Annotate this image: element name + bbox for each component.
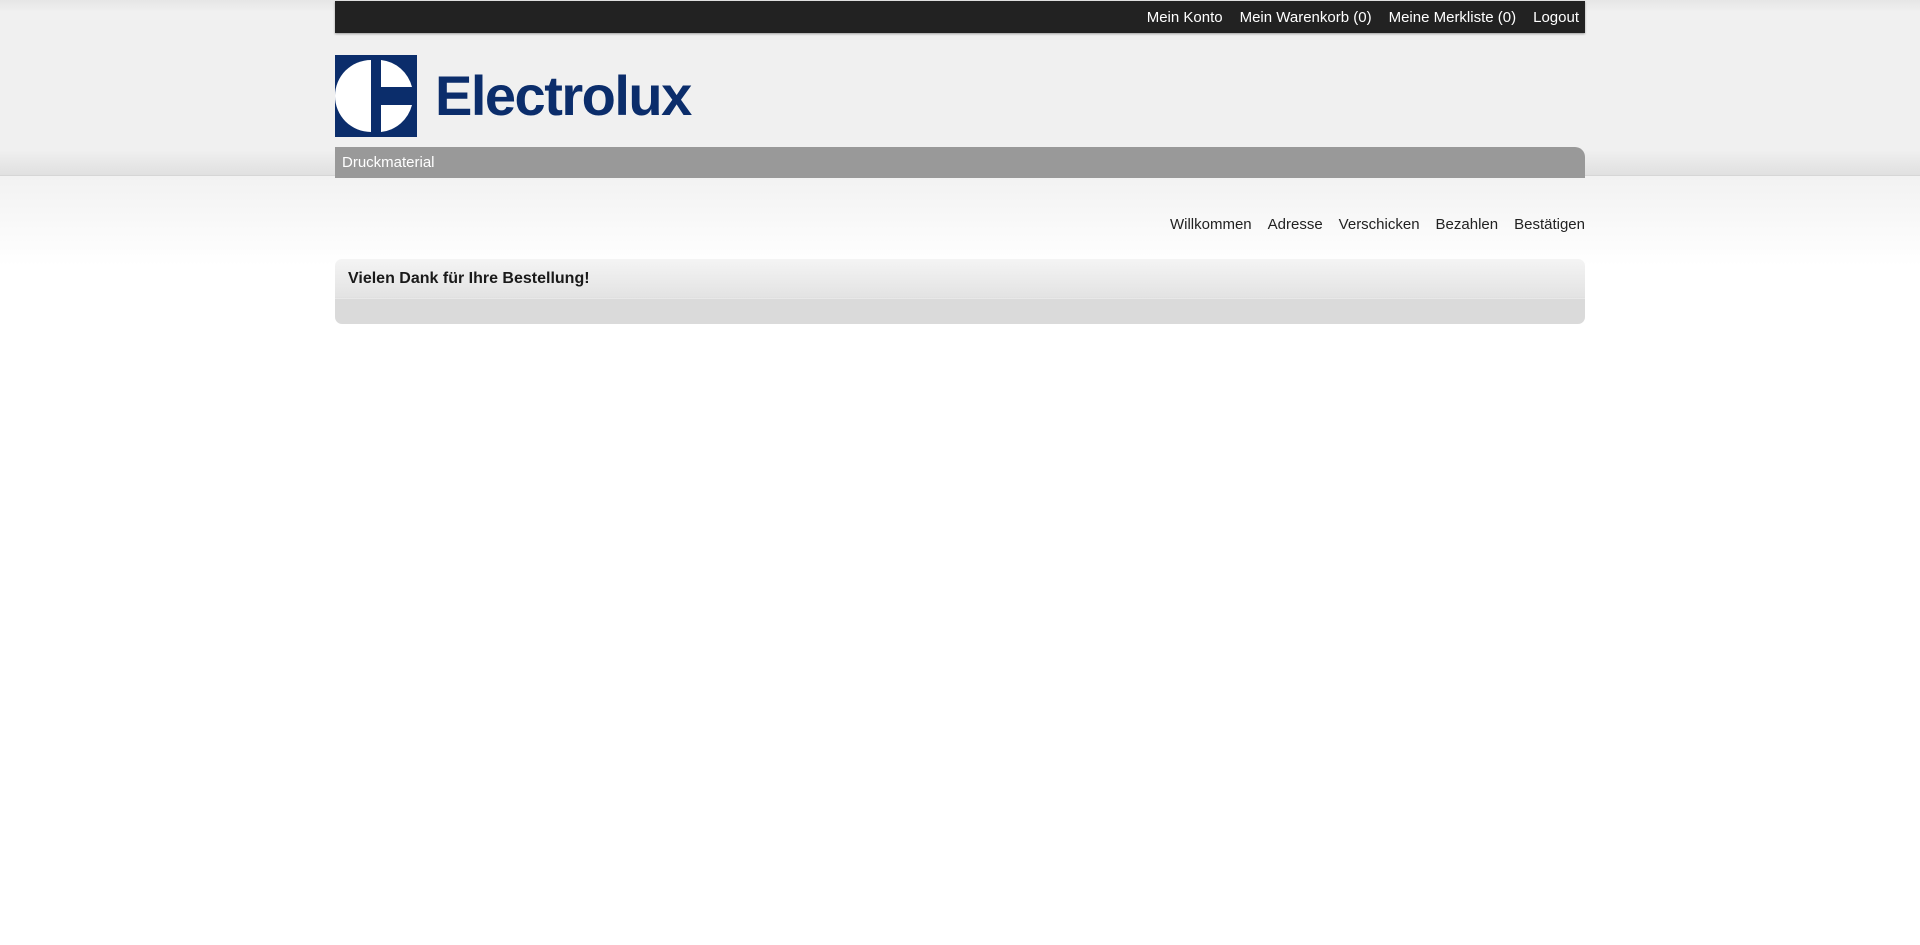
confirmation-title: Vielen Dank für Ihre Bestellung! xyxy=(348,269,590,287)
electrolux-logo[interactable]: Electrolux xyxy=(335,55,692,137)
content-gradient xyxy=(0,176,1920,266)
account-bar: Mein Konto Mein Warenkorb (0) Meine Merk… xyxy=(335,1,1585,33)
confirmation-panel-header: Vielen Dank für Ihre Bestellung! xyxy=(335,259,1585,299)
my-account-link[interactable]: Mein Konto xyxy=(1147,9,1223,26)
cart-link[interactable]: Mein Warenkorb (0) xyxy=(1240,9,1372,26)
brand-name: Electrolux xyxy=(435,64,692,127)
electrolux-logo-icon xyxy=(335,55,417,137)
checkout-steps: Willkommen Adresse Verschicken Bezahlen … xyxy=(1154,216,1585,233)
step-address: Adresse xyxy=(1267,216,1323,233)
wishlist-link[interactable]: Meine Merkliste (0) xyxy=(1389,9,1517,26)
main-navigation: Druckmaterial xyxy=(335,147,1585,178)
step-shipping: Verschicken xyxy=(1338,216,1420,233)
confirmation-panel: Vielen Dank für Ihre Bestellung! xyxy=(335,259,1585,324)
step-confirm: Bestätigen xyxy=(1514,216,1585,233)
nav-item-druckmaterial[interactable]: Druckmaterial xyxy=(342,154,435,171)
logout-link[interactable]: Logout xyxy=(1533,9,1579,26)
step-welcome: Willkommen xyxy=(1169,216,1252,233)
step-payment: Bezahlen xyxy=(1435,216,1499,233)
